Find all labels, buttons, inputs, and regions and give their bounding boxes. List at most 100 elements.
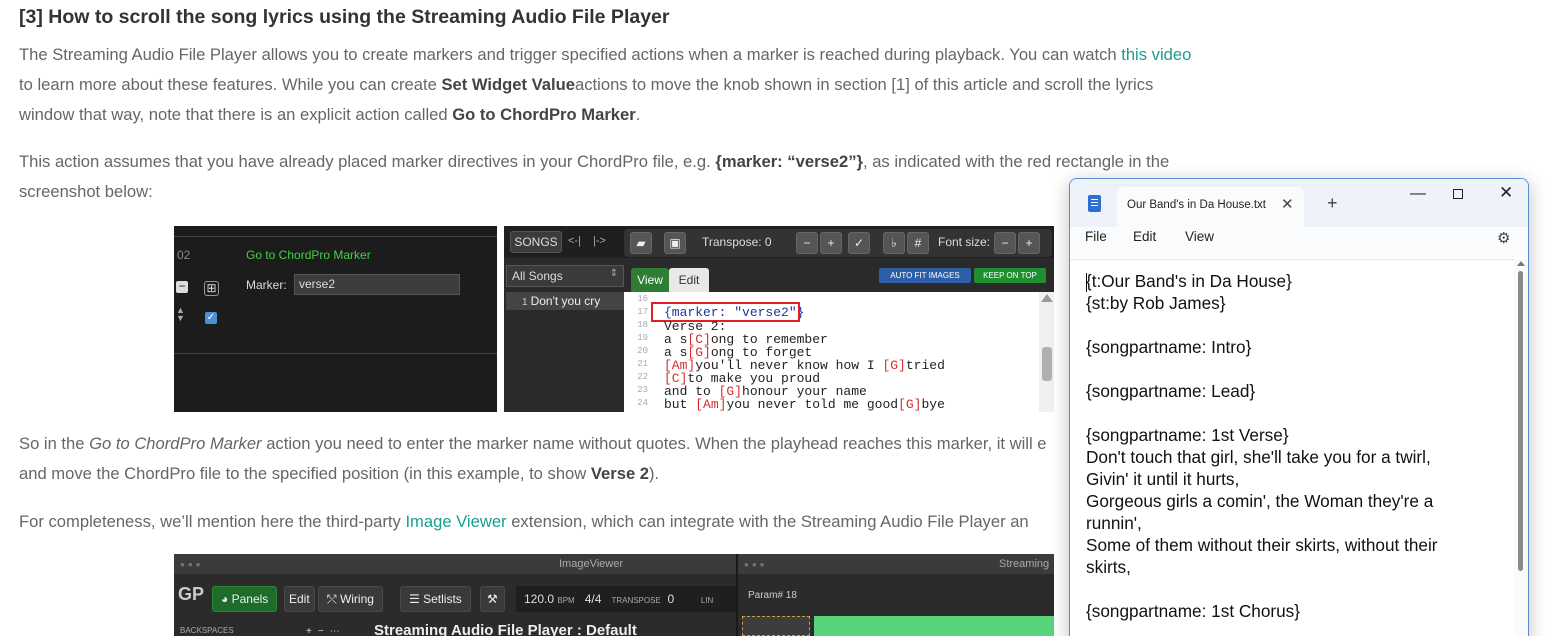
menu-edit[interactable]: Edit	[1133, 229, 1156, 244]
all-songs-select[interactable]: All Songs ⇕	[506, 265, 624, 287]
setlists-button[interactable]: ☰ Setlists	[400, 586, 471, 612]
action-title: Go to ChordPro Marker	[246, 248, 371, 262]
text-line: {songpartname: Lead}	[1086, 381, 1256, 401]
gear-icon[interactable]: ⚙	[1497, 229, 1510, 247]
toolbar-group: ▰ ▣ Transpose: 0 − + ✓ ♭ # Font size: − …	[624, 229, 1052, 257]
line-number: 19	[637, 333, 648, 343]
text-line	[1086, 402, 1506, 424]
chordpro-editor[interactable]: 16 17 18 19 20 21 22 23 24 {marker: "verse2"} Ve…	[624, 292, 1054, 412]
text-line: {songpartname: 1st Verse}	[1086, 425, 1289, 445]
section-heading: [3] How to scroll the song lyrics using …	[19, 6, 670, 28]
text-line: {songpartname: Intro}	[1086, 337, 1252, 357]
scroll-up-icon[interactable]	[1041, 294, 1053, 302]
keep-on-top-button[interactable]: KEEP ON TOP	[974, 268, 1046, 283]
text-line: Givin' it until it hurts,	[1086, 469, 1240, 489]
checkbox-icon[interactable]: ✓	[848, 232, 870, 254]
close-tab-icon[interactable]: ✕	[1281, 195, 1294, 213]
paragraph-1: The Streaming Audio File Player allows y…	[19, 45, 1192, 124]
edit-button[interactable]: Edit	[284, 586, 315, 612]
chord-token: [Am]	[695, 397, 727, 412]
wiring-button[interactable]: ⤲ Wiring	[318, 586, 383, 612]
line-number: 22	[637, 372, 648, 382]
text-editor[interactable]: {t:Our Band's in Da House} {st:by Rob Jam…	[1070, 259, 1528, 636]
checkbox-icon[interactable]: ✓	[205, 312, 217, 324]
line-number: 16	[637, 294, 648, 304]
action-editor-screenshot: 02 Go to ChordPro Marker − ⊞ ▲ ▼ ✓ Marker…	[174, 226, 497, 412]
marker-label: Marker:	[246, 278, 287, 292]
text-line: skirts,	[1086, 557, 1131, 577]
image-viewer-link[interactable]: Image Viewer	[405, 512, 506, 531]
line-number: 21	[637, 359, 648, 369]
notepad-titlebar: Our Band's in Da House.txt ✕ + — ✕	[1070, 179, 1528, 227]
close-icon[interactable]: ✕	[1499, 183, 1513, 203]
menu-view[interactable]: View	[1185, 229, 1214, 244]
gig-performer-screenshot: ●●● ●●● ImageViewer Streaming GP ◕ Panel…	[174, 554, 1054, 636]
new-tab-icon[interactable]: +	[1327, 193, 1338, 214]
auto-fit-images-button[interactable]: AUTO FIT IMAGES	[879, 268, 971, 283]
song-list-item[interactable]: 1 Don't you cry	[506, 292, 624, 310]
font-minus-icon[interactable]: −	[994, 232, 1016, 254]
line-number: 18	[637, 320, 648, 330]
plus-icon[interactable]: +	[820, 232, 842, 254]
scroll-thumb[interactable]	[1042, 347, 1052, 381]
wrench-icon[interactable]: ⚒	[480, 586, 505, 612]
marker-input[interactable]: verse2	[294, 274, 460, 295]
transpose-label: Transpose: 0	[702, 235, 772, 249]
notepad-icon	[1088, 195, 1101, 212]
line-number: 17	[637, 307, 648, 317]
row-number: 02	[177, 248, 191, 262]
lyric-text: you never told me good	[726, 397, 899, 412]
flat-icon[interactable]: ♭	[883, 232, 905, 254]
file-tab[interactable]: Our Band's in Da House.txt ✕	[1117, 187, 1304, 227]
text-line: Don't touch that girl, she'll take you f…	[1086, 447, 1431, 467]
menu-file[interactable]: File	[1085, 229, 1107, 244]
text-line: Some of them without their skirts, witho…	[1086, 535, 1438, 555]
lyric-text: bye	[921, 397, 945, 412]
minus-icon[interactable]: −	[796, 232, 818, 254]
text-line: {songpartname: 1st Chorus}	[1086, 601, 1301, 621]
tab-title: Our Band's in Da House.txt	[1127, 199, 1266, 211]
sharp-icon[interactable]: #	[907, 232, 929, 254]
minimize-icon[interactable]: —	[1410, 185, 1426, 203]
paragraph-3: So in the Go to ChordPro Marker action y…	[19, 434, 1047, 483]
text-line: runnin',	[1086, 513, 1142, 533]
tab-edit[interactable]: Edit	[669, 268, 709, 292]
chordpro-toolbar: SONGS <-| |-> ▰ ▣ Transpose: 0 − + ✓ ♭ #…	[504, 226, 1054, 258]
lyric-text: but	[664, 397, 696, 412]
marker-region	[742, 616, 810, 636]
font-plus-icon[interactable]: +	[1018, 232, 1040, 254]
notepad-window: Our Band's in Da House.txt ✕ + — ✕ File …	[1069, 178, 1529, 636]
code-line: but [Am]you never told me good[G]bye	[664, 398, 945, 411]
this-video-link[interactable]: this video	[1121, 45, 1191, 64]
line-number: 23	[637, 385, 648, 395]
editor-scrollbar[interactable]	[1039, 292, 1054, 412]
editor-scrollbar[interactable]	[1514, 259, 1528, 636]
line-number: 24	[637, 398, 648, 408]
lyric-text: tried	[905, 358, 945, 373]
text-line	[1086, 314, 1506, 336]
wiring-icon: ⤲	[327, 592, 340, 606]
text-line: {st:by Rob James}	[1086, 293, 1226, 313]
streaming-title: Streaming	[999, 558, 1050, 570]
plus-minus-icons[interactable]: +−⋯	[306, 626, 346, 636]
chord-token: [G]	[882, 358, 906, 373]
gp-logo: GP	[178, 584, 205, 604]
save-icon[interactable]: ▣	[664, 232, 686, 254]
imageviewer-title: ImageViewer	[559, 558, 623, 570]
next-song-button[interactable]: |->	[593, 235, 606, 247]
prev-song-button[interactable]: <-|	[568, 235, 581, 247]
scroll-up-icon[interactable]	[1517, 261, 1525, 266]
maximize-icon[interactable]	[1453, 189, 1463, 199]
window-dots-icon: ●●●	[180, 560, 204, 569]
plus-icon[interactable]: ⊞	[204, 281, 219, 296]
minus-icon[interactable]: −	[176, 280, 188, 293]
scroll-thumb[interactable]	[1518, 271, 1523, 571]
songs-button[interactable]: SONGS	[510, 231, 562, 253]
line-number: 20	[637, 346, 648, 356]
tab-view[interactable]: View	[631, 268, 669, 292]
backspaces-label: BACKSPACES	[180, 626, 234, 635]
folder-icon[interactable]: ▰	[630, 232, 652, 254]
text-line: Gorgeous girls a comin', the Woman they'…	[1086, 491, 1434, 511]
up-down-arrows-icon[interactable]: ▲ ▼	[176, 306, 186, 323]
panels-button[interactable]: ◕ Panels	[212, 586, 278, 612]
